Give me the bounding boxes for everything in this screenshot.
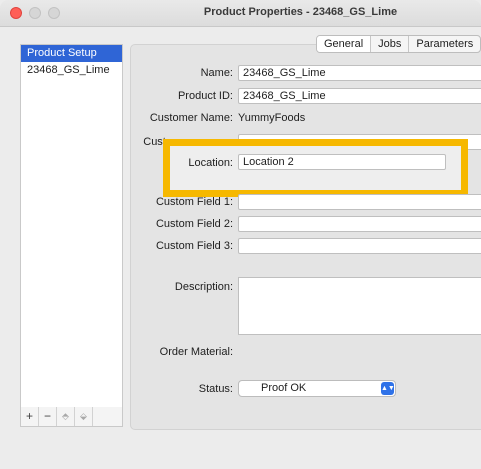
tab-jobs[interactable]: Jobs [371, 36, 410, 52]
custom-field-1-label: Custom Field 1: [155, 196, 233, 208]
description-textarea[interactable] [238, 277, 481, 335]
product-id-label: Product ID: [177, 90, 233, 102]
custom-field-2-label: Custom Field 2: [155, 218, 233, 230]
custom-field-3-label: Custom Field 3: [155, 240, 233, 252]
move-down-button[interactable]: ⬙ [75, 407, 93, 426]
sidebar-item-product-setup[interactable]: Product Setup [21, 45, 122, 62]
location-field[interactable]: Location 2 [238, 154, 446, 170]
chevron-updown-icon: ▲▼ [381, 382, 395, 395]
name-label: Name: [200, 67, 233, 79]
tab-parameters[interactable]: Parameters [409, 36, 480, 52]
custom-field-2-input[interactable] [238, 216, 481, 232]
window-title: Product Properties - 23468_GS_Lime [203, 6, 398, 18]
location-label: Location: [188, 157, 233, 169]
customer-name-label: Customer Name: [149, 112, 233, 124]
remove-button[interactable]: − [39, 407, 57, 426]
custom-field-3-input[interactable] [238, 238, 481, 254]
add-button[interactable]: + [21, 407, 39, 426]
product-id-field[interactable]: 23468_GS_Lime [238, 88, 481, 104]
custom-field-1-input[interactable] [238, 194, 481, 210]
status-label: Status: [198, 383, 233, 395]
tab-bar: General Jobs Parameters [316, 35, 481, 53]
tab-general[interactable]: General [317, 36, 372, 52]
order-material-label: Order Material: [159, 346, 233, 358]
name-field[interactable]: 23468_GS_Lime [238, 65, 481, 81]
product-properties-window: Product Properties - 23468_GS_Lime Produ… [0, 0, 481, 469]
customer-field-label: Custo [143, 136, 172, 148]
customer-name-value: YummyFoods [238, 112, 306, 124]
move-up-button[interactable]: ⬘ [57, 407, 75, 426]
title-bar: Product Properties - 23468_GS_Lime [0, 0, 481, 27]
status-select[interactable]: Proof OK ▲▼ [238, 380, 396, 397]
description-label: Description: [174, 281, 233, 293]
sidebar-toolbar: + − ⬘ ⬙ [20, 407, 123, 427]
status-value: Proof OK [261, 382, 307, 394]
